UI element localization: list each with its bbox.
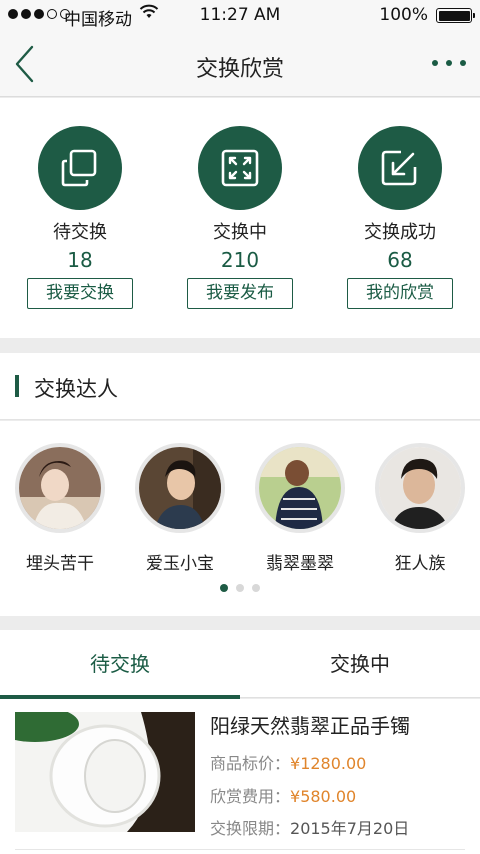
expand-icon[interactable]: [198, 126, 282, 210]
expert-name: 狂人族: [394, 554, 446, 574]
stat-count: 18: [67, 248, 93, 272]
page-dot[interactable]: [252, 584, 260, 592]
expert-item[interactable]: 翡翠墨翠: [240, 443, 360, 574]
product-image: [15, 712, 195, 832]
battery-percent: 100%: [379, 5, 428, 25]
price-value: ¥1280.00: [290, 754, 367, 773]
product-title: 阳绿天然翡翠正品手镯: [210, 714, 410, 738]
tab-in-progress[interactable]: 交换中: [240, 630, 480, 698]
section-accent-bar: [15, 375, 19, 397]
stat-success: 交换成功 68 我的欣赏: [320, 126, 480, 309]
exchange-tabs: 待交换 交换中: [0, 630, 480, 699]
nav-bar: 交换欣赏: [0, 32, 480, 97]
section-title: 交换达人: [34, 377, 118, 401]
divider: [15, 849, 465, 850]
avatar: [375, 443, 465, 533]
expert-item[interactable]: 狂人族: [360, 443, 480, 574]
want-exchange-button[interactable]: 我要交换: [27, 278, 133, 309]
avatar: [135, 443, 225, 533]
stat-count: 68: [387, 248, 413, 272]
stat-label: 交换中: [213, 222, 267, 243]
stat-label: 待交换: [53, 222, 107, 243]
fee-label: 欣赏费用：: [210, 787, 291, 806]
my-appreciation-button[interactable]: 我的欣赏: [347, 278, 453, 309]
page-dot[interactable]: [236, 584, 244, 592]
experts-carousel[interactable]: 埋头苦干 爱玉小宝 翡翠墨翠 狂人族: [0, 421, 480, 616]
carousel-page-indicator: [0, 584, 480, 592]
stat-pending: 待交换 18 我要交换: [0, 126, 160, 309]
tab-pending[interactable]: 待交换: [0, 630, 240, 699]
experts-section-header: 交换达人: [0, 353, 480, 420]
stat-count: 210: [220, 248, 260, 272]
more-dots-icon: [432, 60, 438, 66]
arrow-down-left-icon[interactable]: [358, 126, 442, 210]
status-bar: 中国移动 11:27 AM 100%: [0, 0, 480, 32]
expert-name: 爱玉小宝: [146, 554, 214, 574]
battery-icon: [436, 8, 475, 23]
fee-row: 欣赏费用：¥580.00: [210, 783, 356, 807]
want-publish-button[interactable]: 我要发布: [187, 278, 293, 309]
stat-in-progress: 交换中 210 我要发布: [160, 126, 320, 309]
exchange-stats: 待交换 18 我要交换 交换中 210 我要发布 交换成功 68 我的欣赏: [0, 98, 480, 338]
avatar: [15, 443, 105, 533]
expert-name: 埋头苦干: [26, 554, 94, 574]
deadline-row: 交换限期：2015年7月20日: [210, 815, 409, 839]
stat-label: 交换成功: [364, 222, 436, 243]
deadline-value: 2015年7月20日: [290, 819, 410, 838]
page-title: 交换欣赏: [195, 57, 284, 82]
price-label: 商品标价：: [210, 754, 291, 773]
price-row: 商品标价：¥1280.00: [210, 750, 366, 774]
expert-name: 翡翠墨翠: [266, 554, 334, 574]
copy-icon[interactable]: [38, 126, 122, 210]
page-dot[interactable]: [220, 584, 228, 592]
deadline-label: 交换限期：: [210, 819, 291, 838]
expert-item[interactable]: 爱玉小宝: [120, 443, 240, 574]
more-button[interactable]: [432, 60, 466, 66]
avatar: [255, 443, 345, 533]
fee-value: ¥580.00: [290, 787, 357, 806]
expert-item[interactable]: 埋头苦干: [0, 443, 120, 574]
list-item[interactable]: 阳绿天然翡翠正品手镯 商品标价：¥1280.00 欣赏费用：¥580.00 交换…: [0, 699, 480, 854]
